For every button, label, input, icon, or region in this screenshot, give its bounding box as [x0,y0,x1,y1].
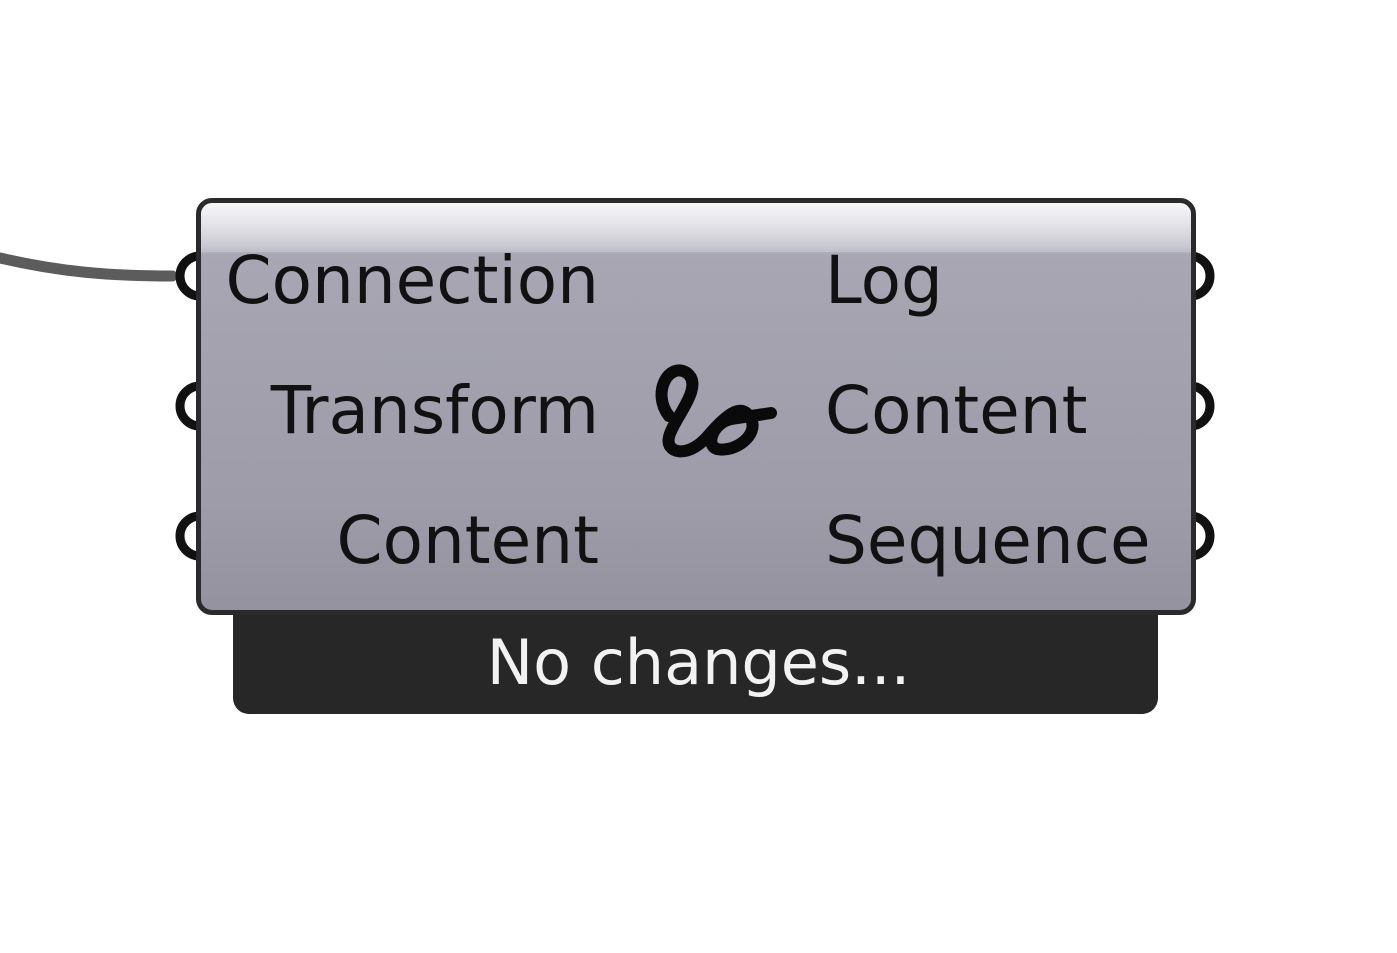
output-grip-sequence[interactable] [1190,508,1230,564]
input-grip-transform[interactable] [160,378,200,434]
output-log[interactable]: Log [825,241,943,321]
input-grip-connection[interactable] [160,248,200,304]
squiggle-icon [655,364,777,458]
input-grip-content[interactable] [160,508,200,564]
canvas: No changes... Connection Transform Conte… [0,0,1397,953]
output-content[interactable]: Content [825,371,1088,451]
input-transform[interactable]: Transform [271,371,599,451]
output-grip-content[interactable] [1190,378,1230,434]
output-sequence[interactable]: Sequence [825,501,1151,581]
component-body[interactable]: Connection Transform Content Log Content… [196,198,1196,615]
input-content[interactable]: Content [337,501,600,581]
output-grip-log[interactable] [1190,248,1230,304]
input-connection[interactable]: Connection [226,241,599,321]
status-message: No changes... [486,626,911,699]
